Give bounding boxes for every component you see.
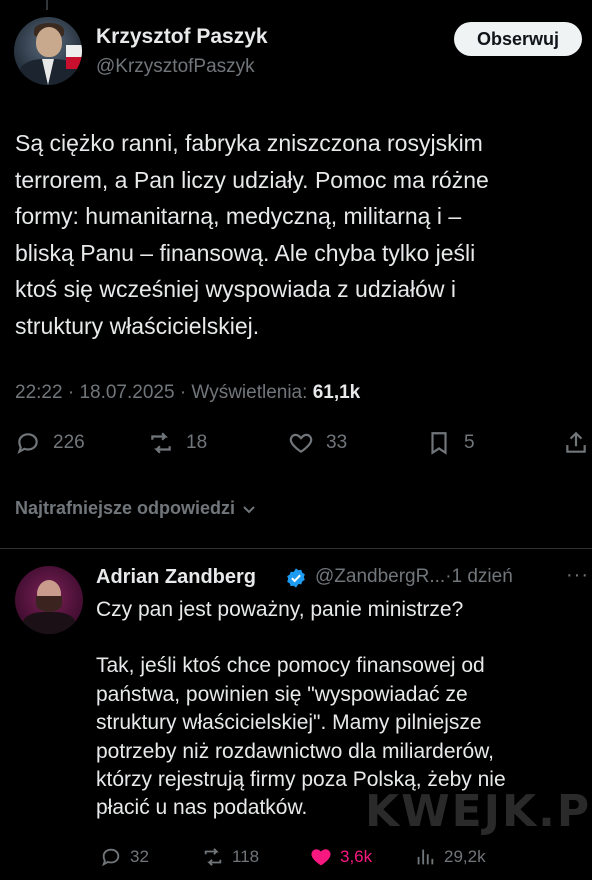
post-text: Są ciężko ranni, fabryka zniszczona rosy… bbox=[15, 125, 575, 344]
post-text-line: terrorem, a Pan liczy udziały. Pomoc ma … bbox=[15, 166, 489, 193]
follow-button[interactable]: Obserwuj bbox=[454, 22, 582, 56]
repost-button[interactable]: 118 bbox=[202, 846, 259, 868]
replies-sort-dropdown[interactable]: Najtrafniejsze odpowiedzi bbox=[15, 498, 257, 519]
avatar[interactable] bbox=[15, 566, 83, 634]
views-button[interactable]: 29,2k bbox=[414, 846, 486, 868]
replies-sort-label: Najtrafniejsze odpowiedzi bbox=[15, 498, 236, 518]
watermark: KWEJK.PL bbox=[365, 786, 592, 837]
reply-text-line: Czy pan jest poważny, panie ministrze? bbox=[96, 598, 464, 621]
views-label: Wyświetlenia: bbox=[191, 382, 308, 403]
reply-text-line: państwa, powinien się "wyspowiadać ze bbox=[96, 682, 468, 706]
post-time[interactable]: 22:22 bbox=[15, 382, 63, 403]
reply-age[interactable]: 1 dzień bbox=[452, 566, 513, 587]
reply-text-line: potrzeby niż rozdawnictwo dla miliarderó… bbox=[96, 739, 495, 763]
reply-author-handle[interactable]: @ZandbergR... bbox=[315, 566, 445, 587]
avatar[interactable] bbox=[14, 17, 82, 85]
share-button[interactable] bbox=[563, 430, 589, 456]
views-icon bbox=[417, 849, 434, 865]
like-icon bbox=[311, 849, 331, 866]
post-text-line: ktoś się wcześniej wyspowiada z udziałów… bbox=[15, 276, 457, 302]
like-button[interactable]: 3,6k bbox=[310, 846, 372, 868]
post-text-line: Są ciężko ranni, fabryka zniszczona rosy… bbox=[15, 130, 483, 156]
views-count: 29,2k bbox=[444, 847, 486, 866]
reply-button[interactable]: 32 bbox=[100, 846, 149, 868]
reply-icon bbox=[17, 433, 38, 454]
verified-icon bbox=[287, 568, 305, 588]
post-meta: 22:22 · 18.07.2025 · Wyświetlenia: 61,1k bbox=[15, 382, 360, 404]
author-name[interactable]: Krzysztof Paszyk bbox=[96, 25, 268, 49]
bookmark-button[interactable]: 5 bbox=[426, 430, 475, 456]
post-text-line: bliską Panu – finansową. Ale chyba tylko… bbox=[15, 239, 476, 266]
reply-count: 32 bbox=[130, 847, 149, 866]
reply-text-line: Tak, jeśli ktoś chce pomocy finansowej o… bbox=[96, 654, 485, 678]
post-text-line: struktury właścicielskiej. bbox=[15, 312, 260, 339]
more-icon[interactable]: ··· bbox=[566, 564, 589, 587]
separator: · bbox=[67, 382, 75, 403]
reply-actions: 32 118 3,6k 29,2k bbox=[0, 846, 592, 872]
reply-author-name[interactable]: Adrian Zandberg bbox=[96, 566, 256, 589]
repost-count: 18 bbox=[186, 432, 208, 453]
views-count: 61,1k bbox=[312, 382, 361, 403]
repost-icon bbox=[204, 848, 222, 866]
reply-icon bbox=[102, 848, 120, 867]
post-text-line: formy: humanitarną, medyczną, militarną … bbox=[15, 203, 462, 229]
chevron-down-icon bbox=[243, 505, 255, 513]
like-count: 33 bbox=[326, 432, 348, 453]
reply-count: 226 bbox=[53, 432, 85, 453]
repost-button[interactable]: 18 bbox=[148, 430, 207, 456]
bookmark-count: 5 bbox=[464, 432, 475, 453]
author-handle[interactable]: @KrzysztofPaszyk bbox=[96, 56, 255, 78]
repost-icon bbox=[151, 432, 171, 454]
reply-handle-line: @ZandbergR...·1 dzień bbox=[315, 566, 513, 588]
thread-line bbox=[46, 0, 48, 10]
post-date[interactable]: 18.07.2025 bbox=[79, 382, 174, 403]
post-actions: 226 18 33 5 bbox=[0, 430, 592, 464]
share-icon bbox=[566, 431, 586, 453]
bookmark-icon bbox=[431, 432, 447, 455]
separator: · bbox=[179, 382, 187, 403]
like-button[interactable]: 33 bbox=[288, 430, 347, 456]
reply-button[interactable]: 226 bbox=[15, 430, 85, 456]
repost-count: 118 bbox=[232, 847, 260, 866]
divider bbox=[0, 548, 592, 549]
like-count: 3,6k bbox=[340, 847, 373, 866]
like-icon bbox=[289, 433, 313, 453]
reply-text-line: struktury właścicielskiej". Mamy pilniej… bbox=[96, 711, 482, 735]
